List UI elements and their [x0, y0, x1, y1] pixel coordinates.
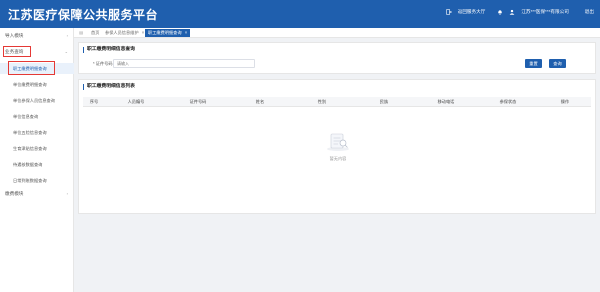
sidebar-item-label: 单位五险信息查询 — [13, 130, 47, 135]
column-header: 民族 — [379, 99, 389, 104]
chevron-right-icon: › — [66, 33, 68, 38]
sidebar: 导入模块 › 业务查询 ⌄ 职工缴费明细查询 单位缴费明细查询 单位参保人员信息… — [0, 28, 74, 292]
chevron-right-icon: › — [66, 191, 68, 196]
column-header: 参保状态 — [499, 99, 517, 104]
sidebar-item-maternity[interactable]: 生育津贴信息查询 — [0, 143, 74, 154]
tab-bar: ▤ 首页 参保人员信息维护 × 职工缴费明细查询 × — [74, 28, 600, 38]
close-icon[interactable]: × — [185, 30, 187, 35]
bell-icon[interactable] — [497, 9, 503, 15]
sidebar-item-label: 日常到账数据查询 — [13, 178, 47, 183]
query-button[interactable]: 查询 — [549, 59, 566, 68]
tab-label: 参保人员信息维护 — [105, 30, 139, 35]
app-title: 江苏医疗保障公共服务平台 — [8, 8, 159, 22]
search-panel: 职工缴费明细信息查询 * 证件号码 重置 查询 — [78, 42, 596, 74]
tab-insured-maintenance[interactable]: 参保人员信息维护 × — [102, 29, 147, 37]
column-header: 姓名 — [255, 99, 265, 104]
empty-text: 暂无内容 — [329, 156, 347, 161]
return-hall-link[interactable]: 返回服务大厅 — [458, 9, 486, 15]
highlight-box — [3, 46, 31, 57]
user-icon[interactable] — [509, 9, 515, 15]
tab-label: 职工缴费明细查询 — [148, 30, 182, 35]
tab-home[interactable]: 首页 — [88, 29, 102, 37]
menu-toggle-icon[interactable]: ▤ — [76, 29, 86, 37]
highlight-box — [8, 61, 55, 75]
sidebar-item-unit-five-insurance[interactable]: 单位五险信息查询 — [0, 127, 74, 138]
column-header: 操作 — [560, 99, 570, 104]
id-number-input[interactable] — [113, 59, 255, 68]
search-panel-title: 职工缴费明细信息查询 — [83, 47, 135, 53]
column-header: 证件号码 — [189, 99, 207, 104]
column-header: 移动电话 — [437, 99, 455, 104]
sidebar-group-label: 缴费模块 — [5, 191, 24, 196]
sidebar-item-unit-info[interactable]: 单位信息查询 — [0, 111, 74, 122]
sidebar-item-label: 生育津贴信息查询 — [13, 146, 47, 151]
table-header: 序号 人员编号 证件号码 姓名 性别 民族 移动电话 参保状态 操作 — [83, 97, 591, 107]
table-panel: 职工缴费明细信息列表 序号 人员编号 证件号码 姓名 性别 民族 移动电话 参保… — [78, 79, 596, 214]
close-icon[interactable]: × — [142, 30, 144, 35]
sidebar-item-daily-arrival[interactable]: 日常到账数据查询 — [0, 175, 74, 186]
sidebar-group-label: 导入模块 — [5, 33, 24, 38]
top-bar-actions: 返回服务大厅 江苏***医保***有限公司 退出 — [446, 9, 594, 15]
exit-door-icon[interactable] — [446, 9, 452, 15]
column-header: 人员编号 — [127, 99, 145, 104]
chevron-down-icon: ⌄ — [64, 49, 68, 54]
id-number-label: * 证件号码 — [93, 61, 113, 66]
sidebar-item-unit-payment[interactable]: 单位缴费明细查询 — [0, 79, 74, 90]
logout-link[interactable]: 退出 — [585, 9, 594, 15]
reset-button[interactable]: 重置 — [525, 59, 542, 68]
org-name: 江苏***医保***有限公司 — [521, 9, 569, 14]
column-header: 性别 — [317, 99, 327, 104]
sidebar-item-label: 单位信息查询 — [13, 114, 39, 119]
top-bar: 江苏医疗保障公共服务平台 返回服务大厅 江苏***医保***有限公司 退出 — [0, 0, 600, 28]
empty-data-icon — [325, 130, 351, 152]
sidebar-group-import[interactable]: 导入模块 › — [0, 31, 74, 41]
sidebar-item-label: 单位缴费明细查询 — [13, 82, 47, 87]
sidebar-item-label: 单位参保人员信息查询 — [13, 98, 55, 103]
sidebar-item-unit-insured[interactable]: 单位参保人员信息查询 — [0, 95, 74, 106]
sidebar-group-payment[interactable]: 缴费模块 › — [0, 189, 74, 199]
tab-employee-payment[interactable]: 职工缴费明细查询 × — [145, 29, 191, 37]
column-header: 序号 — [89, 99, 99, 104]
table-panel-title: 职工缴费明细信息列表 — [83, 84, 135, 90]
sidebar-item-label: 待遇核数据查询 — [13, 162, 43, 167]
main-content: ▤ 首页 参保人员信息维护 × 职工缴费明细查询 × 职工缴费明细信息查询 * … — [74, 28, 600, 292]
sidebar-item-treatment[interactable]: 待遇核数据查询 — [0, 159, 74, 170]
